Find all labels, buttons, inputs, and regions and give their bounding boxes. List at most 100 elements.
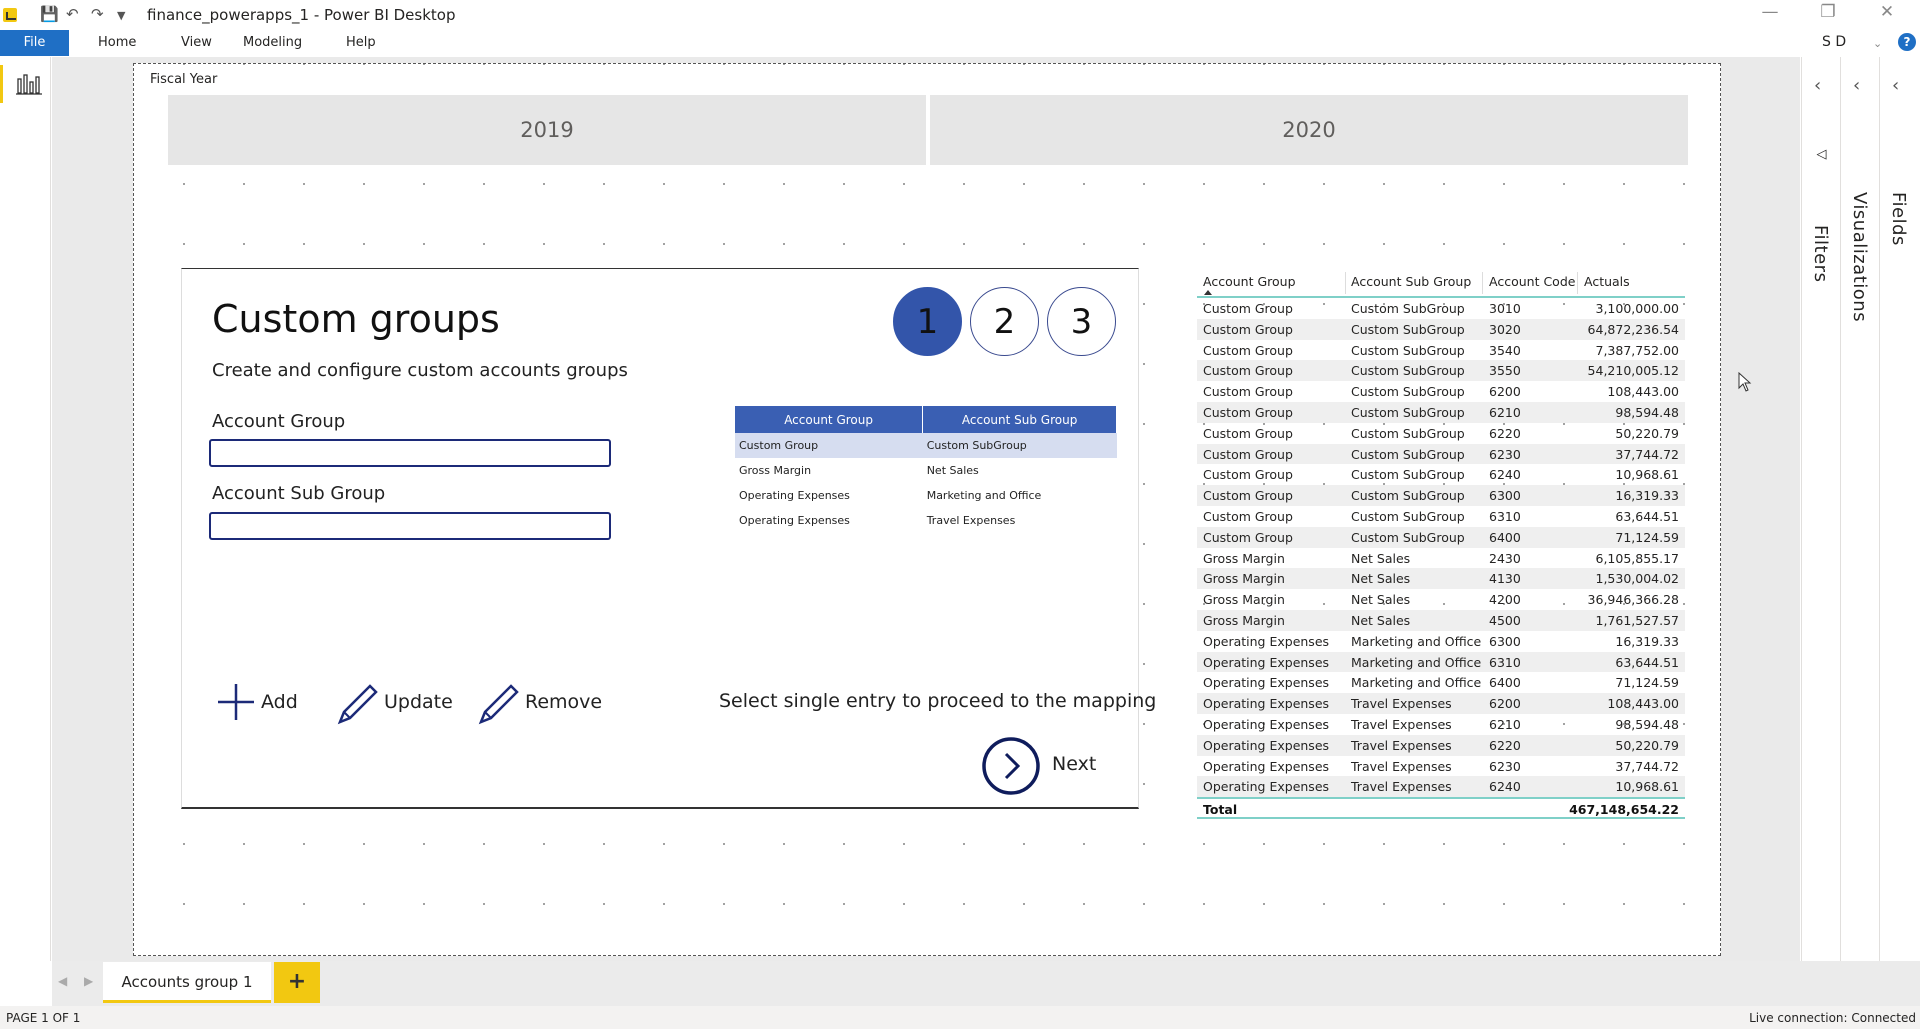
account-group-input[interactable] xyxy=(209,439,611,467)
page-tab-accounts-group-1[interactable]: Accounts group 1 xyxy=(103,962,271,1003)
chevron-left-icon[interactable]: ‹ xyxy=(1814,75,1821,96)
table-row[interactable]: Operating Expenses Marketing and Office 63… xyxy=(1197,651,1685,673)
table-row[interactable]: Gross Margin Net Sales 4130 1,530,004.02 xyxy=(1197,568,1685,590)
step-2-indicator[interactable]: 2 xyxy=(970,287,1039,356)
help-icon[interactable]: ? xyxy=(1898,33,1916,51)
table-row[interactable]: Custom Group Custom SubGroup 3550 54,210,00… xyxy=(1197,360,1685,382)
table-row[interactable]: Custom Group Custom SubGroup xyxy=(735,433,1117,458)
table-row[interactable]: Operating Expenses Marketing and Office xyxy=(735,483,1117,508)
table-cell: 3020 xyxy=(1489,321,1521,337)
table-row[interactable]: Custom Group Custom SubGroup 6400 71,124.59 xyxy=(1197,526,1685,548)
table-row[interactable]: Custom Group Custom SubGroup 3010 3,100,000… xyxy=(1197,298,1685,319)
table-row[interactable]: Custom Group Custom SubGroup 6200 108,443.0… xyxy=(1197,381,1685,402)
table-cell: Gross Margin xyxy=(1203,612,1285,628)
restore-icon[interactable]: ❐ xyxy=(1808,2,1848,22)
table-row[interactable]: Custom Group Custom SubGroup 6240 10,968.61 xyxy=(1197,464,1685,485)
table-row[interactable]: Custom Group Custom SubGroup 6210 98,594.48 xyxy=(1197,401,1685,423)
table-cell: 64,872,236.54 xyxy=(1587,321,1679,337)
column-header-actuals[interactable]: Actuals xyxy=(1584,274,1630,289)
table-cell: Operating Expenses xyxy=(1203,654,1330,670)
table-row[interactable]: Operating Expenses Travel Expenses 6240 10,… xyxy=(1197,776,1685,798)
user-initials[interactable]: S D xyxy=(1822,34,1846,50)
fields-pane[interactable]: ‹ Fields xyxy=(1879,57,1920,961)
slicer-option-2019[interactable]: 2019 xyxy=(168,95,926,165)
menu-view[interactable]: View xyxy=(181,35,212,50)
tab-next-icon[interactable]: ▶ xyxy=(84,974,93,988)
next-button[interactable]: Next xyxy=(981,736,1101,796)
table-cell: 6240 xyxy=(1489,467,1521,483)
table-row[interactable]: Operating Expenses Marketing and Office 63… xyxy=(1197,631,1685,652)
table-row[interactable]: Operating Expenses Travel Expenses 6230 37,… xyxy=(1197,756,1685,777)
table-cell: 98,594.48 xyxy=(1615,716,1679,732)
table-row[interactable]: Custom Group Custom SubGroup 6310 63,644.51 xyxy=(1197,506,1685,527)
add-button[interactable]: Add xyxy=(216,682,306,722)
table-row[interactable]: Gross Margin Net Sales 4200 36,946,366.28 xyxy=(1197,589,1685,610)
table-cell: 4130 xyxy=(1489,571,1521,587)
table-cell: Gross Margin xyxy=(1203,571,1285,587)
column-header-account-code[interactable]: Account Code xyxy=(1489,274,1575,289)
table-row[interactable]: Gross Margin Net Sales xyxy=(735,458,1117,483)
table-cell: Custom SubGroup xyxy=(1351,342,1465,358)
column-header-account-sub-group[interactable]: Account Sub Group xyxy=(922,406,1117,433)
menu-modeling[interactable]: Modeling xyxy=(243,35,302,50)
step-3-indicator[interactable]: 3 xyxy=(1047,287,1116,356)
undo-icon[interactable]: ↶ xyxy=(66,5,79,23)
table-row[interactable]: Operating Expenses Travel Expenses xyxy=(735,508,1117,533)
table-row[interactable]: Custom Group Custom SubGroup 3020 64,872,23… xyxy=(1197,318,1685,340)
table-cell: 1,761,527.57 xyxy=(1595,612,1680,628)
minimize-icon[interactable]: — xyxy=(1750,2,1790,22)
close-icon[interactable]: ✕ xyxy=(1867,2,1907,22)
chevron-left-icon[interactable]: ‹ xyxy=(1892,75,1899,96)
redo-icon[interactable]: ↷ xyxy=(91,5,104,23)
report-view-button[interactable] xyxy=(0,65,51,103)
total-label: Total xyxy=(1203,802,1238,818)
tab-prev-icon[interactable]: ◀ xyxy=(58,974,67,988)
chevron-down-icon[interactable]: ⌄ xyxy=(1873,37,1882,50)
remove-button[interactable]: Remove xyxy=(477,682,602,725)
slicer-option-2020[interactable]: 2020 xyxy=(930,95,1688,165)
chevron-left-icon[interactable]: ‹ xyxy=(1853,75,1860,96)
add-page-button[interactable]: + xyxy=(274,962,320,1003)
matrix-header: Account Group Account Sub Group Account … xyxy=(1197,268,1685,298)
table-cell: Travel Expenses xyxy=(1351,696,1452,712)
table-cell: Travel Expenses xyxy=(1351,758,1452,774)
table-cell: Custom SubGroup xyxy=(1351,363,1465,379)
menu-home[interactable]: Home xyxy=(98,35,136,50)
table-cell: 16,319.33 xyxy=(1615,488,1679,504)
table-cell: 6220 xyxy=(1489,737,1521,753)
column-header-account-group[interactable]: Account Group xyxy=(735,406,924,433)
account-sub-group-input[interactable] xyxy=(209,512,611,540)
table-row[interactable]: Operating Expenses Travel Expenses 6200 108… xyxy=(1197,693,1685,714)
column-header-account-group[interactable]: Account Group xyxy=(1203,274,1296,289)
page-tab-bar xyxy=(52,961,1920,1006)
table-cell: Custom Group xyxy=(735,433,923,458)
step-1-indicator[interactable]: 1 xyxy=(893,287,962,356)
table-cell: Custom Group xyxy=(1203,321,1293,337)
filters-pane[interactable]: ‹ ◁ Filters xyxy=(1801,57,1839,961)
table-cell: 37,744.72 xyxy=(1615,446,1679,462)
table-row[interactable]: Custom Group Custom SubGroup 6220 50,220.79 xyxy=(1197,423,1685,444)
file-menu[interactable]: File xyxy=(0,30,69,56)
table-cell: 10,968.61 xyxy=(1615,467,1679,483)
update-button[interactable]: Update xyxy=(336,682,456,725)
table-row[interactable]: Operating Expenses Marketing and Office 64… xyxy=(1197,672,1685,693)
powerbi-logo-icon xyxy=(3,8,17,22)
table-cell: 1,530,004.02 xyxy=(1595,571,1680,587)
table-row[interactable]: Gross Margin Net Sales 4500 1,761,527.57 xyxy=(1197,609,1685,631)
table-row[interactable]: Custom Group Custom SubGroup 6230 37,744.72 xyxy=(1197,443,1685,465)
visualizations-pane[interactable]: ‹ Visualizations xyxy=(1840,57,1878,961)
table-cell: 6240 xyxy=(1489,779,1521,795)
update-label: Update xyxy=(384,691,453,713)
table-cell: Operating Expenses xyxy=(1203,675,1330,691)
table-row[interactable]: Custom Group Custom SubGroup 6300 16,319.33 xyxy=(1197,485,1685,506)
table-row[interactable]: Operating Expenses Travel Expenses 6210 98,… xyxy=(1197,714,1685,735)
save-icon[interactable]: 💾 xyxy=(40,5,59,23)
column-header-account-sub-group[interactable]: Account Sub Group xyxy=(1351,274,1471,289)
table-cell: Custom Group xyxy=(1203,342,1293,358)
table-row[interactable]: Operating Expenses Travel Expenses 6220 50,… xyxy=(1197,734,1685,756)
table-row[interactable]: Gross Margin Net Sales 2430 6,105,855.17 xyxy=(1197,548,1685,569)
menu-help[interactable]: Help xyxy=(346,35,376,50)
pencil-icon xyxy=(337,684,378,725)
customize-dropdown-icon[interactable]: ▼ xyxy=(117,9,125,22)
table-row[interactable]: Custom Group Custom SubGroup 3540 7,387,752… xyxy=(1197,340,1685,361)
